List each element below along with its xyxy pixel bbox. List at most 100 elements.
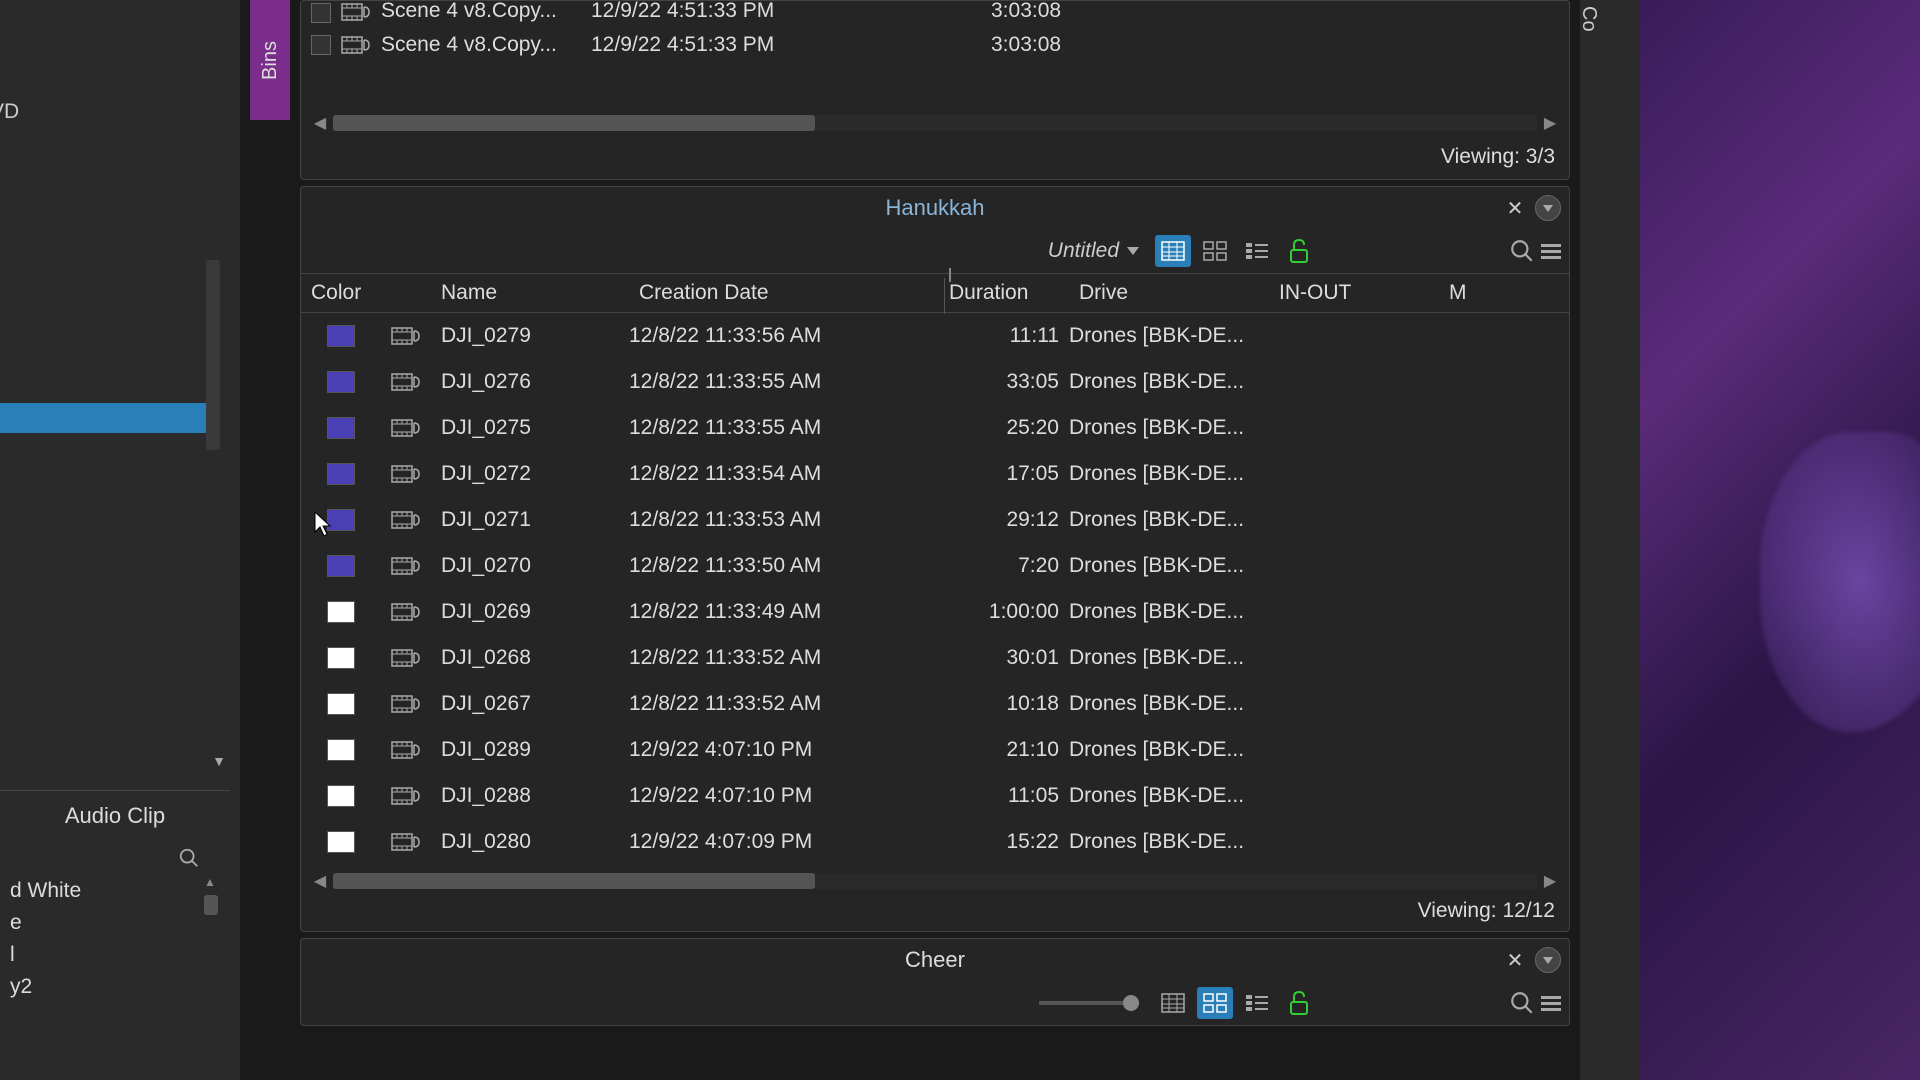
table-row[interactable]: DJI_027612/8/22 11:33:55 AM33:05Drones [… (301, 359, 1569, 405)
table-row[interactable]: DJI_027512/8/22 11:33:55 AM25:20Drones [… (301, 405, 1569, 451)
table-row[interactable]: DJI_027912/8/22 11:33:56 AM11:11Drones [… (301, 313, 1569, 359)
table-row[interactable]: DJI_028812/9/22 4:07:10 PM11:05Drones [B… (301, 773, 1569, 819)
clip-drive: Drones [BBK-DE... (1069, 416, 1269, 440)
column-header-drive[interactable]: Drive (1069, 281, 1269, 305)
color-chip (327, 371, 355, 393)
scroll-thumb[interactable] (333, 873, 815, 889)
bins-tab[interactable]: Bins (250, 0, 290, 120)
icon-cell (381, 371, 431, 393)
hamburger-icon[interactable] (1541, 996, 1561, 1011)
horizontal-scrollbar[interactable]: ◀ ▶ (311, 871, 1559, 891)
color-cell[interactable] (301, 785, 381, 807)
color-cell[interactable] (301, 831, 381, 853)
table-row[interactable]: Scene 4 v8.Copy... 12/9/22 4:51:33 PM 3:… (311, 23, 1559, 67)
clip-date: 12/9/22 4:51:33 PM (591, 1, 941, 23)
clip-date: 12/9/22 4:07:09 PM (629, 830, 939, 854)
bin-menu-button[interactable] (1535, 195, 1561, 221)
icon-cell (381, 647, 431, 669)
list-item[interactable]: d White (0, 875, 230, 907)
audio-list-scrollbar[interactable]: ▲ (204, 875, 218, 915)
horizontal-scrollbar[interactable]: ◀ ▶ (311, 113, 1559, 133)
column-header-duration[interactable]: Duration (939, 281, 1069, 305)
clip-drive: Drones [BBK-DE... (1069, 830, 1269, 854)
slider-knob[interactable] (1123, 995, 1139, 1011)
left-scrollbar[interactable] (206, 260, 220, 450)
color-cell[interactable] (301, 693, 381, 715)
frame-view-button[interactable] (1197, 235, 1233, 267)
color-cell[interactable] (301, 601, 381, 623)
search-icon[interactable] (1509, 238, 1535, 264)
lock-button[interactable] (1281, 235, 1317, 267)
top-bin: Scene 4 v8.Copy... 12/9/22 4:51:33 PM 3:… (300, 0, 1570, 180)
zoom-slider[interactable] (1039, 1001, 1139, 1005)
layout-dropdown[interactable]: Untitled (1038, 235, 1149, 267)
table-row[interactable]: Scene 4 v8.Copy... 12/9/22 4:51:33 PM 3:… (311, 1, 1559, 23)
color-cell[interactable] (301, 325, 381, 347)
color-cell[interactable] (301, 417, 381, 439)
color-cell[interactable] (301, 463, 381, 485)
bin-header: Cheer ✕ (301, 939, 1569, 981)
right-tab-label[interactable]: Co (1577, 6, 1600, 32)
scroll-track[interactable] (333, 115, 1537, 131)
table-row[interactable]: DJI_026812/8/22 11:33:52 AM30:01Drones [… (301, 635, 1569, 681)
clip-drive: Drones [BBK-DE... (1069, 370, 1269, 394)
bin-cheer: Cheer ✕ (300, 938, 1570, 1026)
table-row[interactable]: DJI_028012/9/22 4:07:09 PM15:22Drones [B… (301, 819, 1569, 865)
script-view-button[interactable] (1239, 235, 1275, 267)
search-icon[interactable] (1509, 990, 1535, 1016)
table-row[interactable]: DJI_027112/8/22 11:33:53 AM29:12Drones [… (301, 497, 1569, 543)
row-checkbox[interactable] (311, 3, 331, 23)
list-item[interactable]: e (0, 907, 230, 939)
list-item[interactable]: l (0, 939, 230, 971)
frame-view-button[interactable] (1197, 987, 1233, 1019)
row-checkbox[interactable] (311, 35, 331, 55)
text-view-button[interactable] (1155, 987, 1191, 1019)
scroll-left-icon[interactable]: ◀ (311, 872, 329, 890)
scroll-left-icon[interactable]: ◀ (311, 114, 329, 132)
scroll-track[interactable] (333, 873, 1537, 889)
table-row[interactable]: DJI_026912/8/22 11:33:49 AM1:00:00Drones… (301, 589, 1569, 635)
search-icon[interactable] (178, 847, 200, 869)
column-resize-handle[interactable] (949, 268, 951, 282)
close-icon[interactable]: ✕ (1503, 948, 1527, 972)
color-cell[interactable] (301, 371, 381, 393)
column-header-name[interactable]: Name (431, 281, 629, 305)
scroll-thumb[interactable] (204, 895, 218, 915)
color-chip (327, 693, 355, 715)
table-row[interactable]: DJI_028912/9/22 4:07:10 PM21:10Drones [B… (301, 727, 1569, 773)
audio-clip-panel: Audio Clip d White e l y2 ▲ (0, 790, 230, 1003)
scroll-right-icon[interactable]: ▶ (1541, 114, 1559, 132)
table-row[interactable]: DJI_027012/8/22 11:33:50 AM7:20Drones [B… (301, 543, 1569, 589)
clip-name: DJI_0280 (431, 830, 629, 854)
color-chip (327, 601, 355, 623)
table-row[interactable]: DJI_026712/8/22 11:33:52 AM10:18Drones [… (301, 681, 1569, 727)
frame-view-icon (1203, 241, 1227, 261)
scroll-thumb[interactable] (333, 115, 815, 131)
table-row[interactable]: DJI_027212/8/22 11:33:54 AM17:05Drones [… (301, 451, 1569, 497)
clip-name: DJI_0270 (431, 554, 629, 578)
bin-toolbar: Untitled (301, 229, 1569, 273)
clip-duration: 17:05 (939, 462, 1069, 486)
list-item[interactable]: y2 (0, 971, 230, 1003)
color-cell[interactable] (301, 555, 381, 577)
scroll-up-icon[interactable]: ▲ (204, 875, 218, 889)
bin-menu-button[interactable] (1535, 947, 1561, 973)
icon-cell (381, 693, 431, 715)
hamburger-icon[interactable] (1541, 244, 1561, 259)
lock-button[interactable] (1281, 987, 1317, 1019)
scroll-right-icon[interactable]: ▶ (1541, 872, 1559, 890)
column-header-inout[interactable]: IN-OUT (1269, 281, 1439, 305)
clip-icon (391, 831, 421, 853)
column-header-color[interactable]: Color (301, 281, 381, 305)
left-selected-item[interactable] (0, 403, 206, 433)
clip-name: DJI_0271 (431, 508, 629, 532)
color-cell[interactable] (301, 739, 381, 761)
column-header-date[interactable]: Creation Date (629, 281, 939, 305)
color-cell[interactable] (301, 647, 381, 669)
chevron-down-icon[interactable]: ▼ (212, 753, 226, 769)
text-view-button[interactable] (1155, 235, 1191, 267)
clip-date: 12/8/22 11:33:53 AM (629, 508, 939, 532)
column-header-m[interactable]: M (1439, 281, 1467, 305)
close-icon[interactable]: ✕ (1503, 196, 1527, 220)
script-view-button[interactable] (1239, 987, 1275, 1019)
